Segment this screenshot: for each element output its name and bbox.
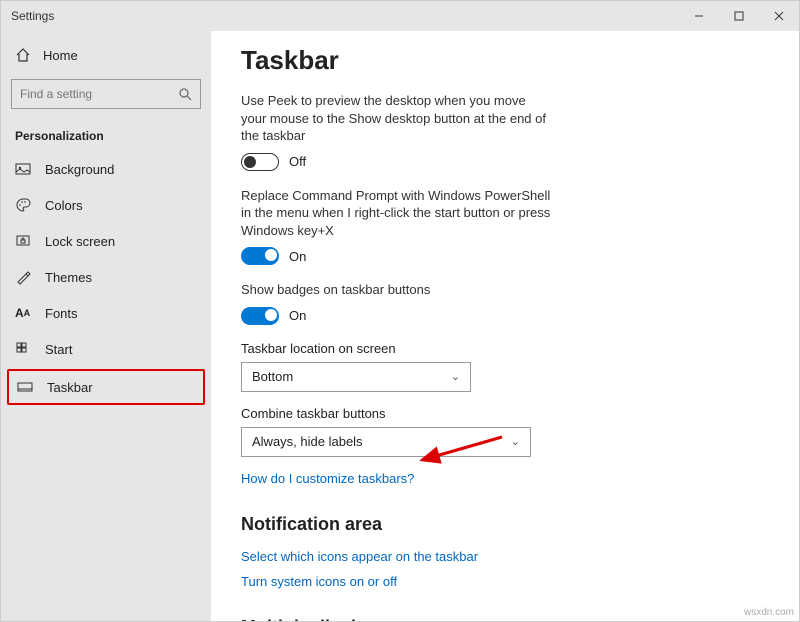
peek-toggle[interactable] [241, 153, 279, 171]
badges-toggle[interactable] [241, 307, 279, 325]
combine-label: Combine taskbar buttons [241, 406, 769, 421]
system-icons-link[interactable]: Turn system icons on or off [241, 574, 769, 589]
watermark: wsxdn.com [744, 607, 794, 618]
content-panel: Taskbar Use Peek to preview the desktop … [211, 31, 799, 621]
titlebar: Settings [1, 1, 799, 31]
sidebar-item-label: Taskbar [47, 380, 93, 395]
sidebar-item-lockscreen[interactable]: Lock screen [1, 223, 211, 259]
location-value: Bottom [252, 369, 293, 384]
peek-state: Off [289, 154, 306, 169]
palette-icon [15, 197, 31, 213]
customize-link[interactable]: How do I customize taskbars? [241, 471, 769, 486]
home-label: Home [43, 48, 78, 63]
sidebar-item-colors[interactable]: Colors [1, 187, 211, 223]
chevron-down-icon: ⌄ [451, 370, 460, 383]
sidebar-item-label: Background [45, 162, 114, 177]
section-label: Personalization [1, 117, 211, 151]
badges-desc: Show badges on taskbar buttons [241, 281, 551, 299]
minimize-button[interactable] [679, 1, 719, 31]
search-input[interactable] [11, 79, 201, 109]
combine-value: Always, hide labels [252, 434, 363, 449]
sidebar-item-label: Start [45, 342, 72, 357]
maximize-button[interactable] [719, 1, 759, 31]
sidebar-item-fonts[interactable]: AA Fonts [1, 295, 211, 331]
window-title: Settings [1, 9, 679, 23]
themes-icon [15, 269, 31, 285]
sidebar-item-start[interactable]: Start [1, 331, 211, 367]
close-button[interactable] [759, 1, 799, 31]
select-icons-link[interactable]: Select which icons appear on the taskbar [241, 549, 769, 564]
lock-screen-icon [15, 233, 31, 249]
page-title: Taskbar [241, 45, 769, 76]
taskbar-icon [17, 379, 33, 395]
sidebar-item-label: Colors [45, 198, 83, 213]
home-icon [15, 47, 31, 63]
sidebar-item-label: Themes [45, 270, 92, 285]
peek-desc: Use Peek to preview the desktop when you… [241, 92, 551, 145]
home-nav[interactable]: Home [1, 39, 211, 71]
powershell-state: On [289, 249, 306, 264]
sidebar: Home Personalization Background Colors L… [1, 31, 211, 621]
sidebar-item-themes[interactable]: Themes [1, 259, 211, 295]
start-icon [15, 341, 31, 357]
chevron-down-icon: ⌄ [511, 435, 520, 448]
location-select[interactable]: Bottom ⌄ [241, 362, 471, 392]
powershell-desc: Replace Command Prompt with Windows Powe… [241, 187, 551, 240]
badges-state: On [289, 308, 306, 323]
sidebar-item-label: Fonts [45, 306, 78, 321]
fonts-icon: AA [15, 305, 31, 321]
sidebar-item-label: Lock screen [45, 234, 115, 249]
image-icon [15, 161, 31, 177]
combine-select[interactable]: Always, hide labels ⌄ [241, 427, 531, 457]
multiple-displays-heading: Multiple displays [241, 617, 769, 621]
sidebar-item-background[interactable]: Background [1, 151, 211, 187]
sidebar-item-taskbar[interactable]: Taskbar [7, 369, 205, 405]
powershell-toggle[interactable] [241, 247, 279, 265]
location-label: Taskbar location on screen [241, 341, 769, 356]
notification-heading: Notification area [241, 514, 769, 535]
search-icon [178, 87, 192, 101]
search-field[interactable] [20, 87, 178, 101]
